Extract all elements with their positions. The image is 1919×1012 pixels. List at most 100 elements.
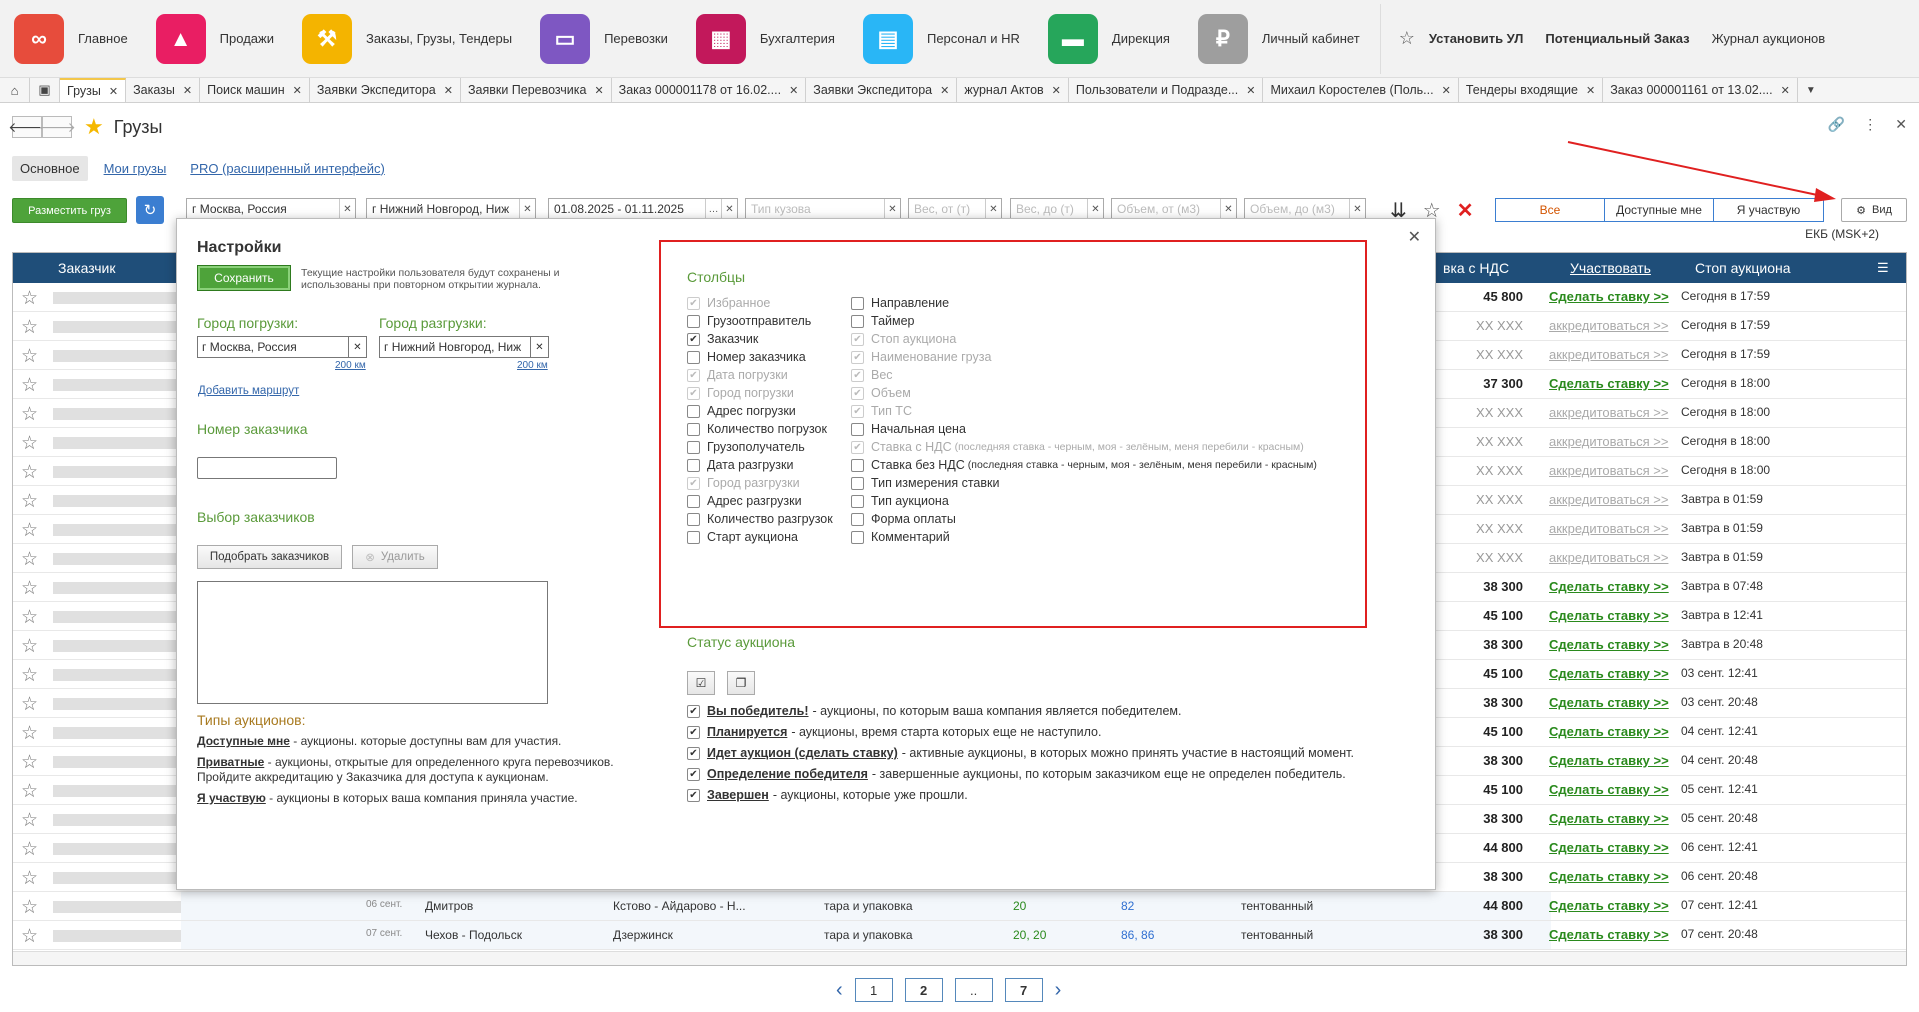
checkbox[interactable] xyxy=(851,530,864,544)
make-bid-link[interactable]: Сделать ставку >> xyxy=(1549,898,1669,913)
accredit-link[interactable]: аккредитоваться >> xyxy=(1549,463,1668,478)
column-toggle[interactable]: Грузоотправитель xyxy=(687,314,811,328)
tab-6[interactable]: Заявки Экспедитора ✕ xyxy=(806,78,958,102)
favorite-star-icon[interactable]: ☆ xyxy=(21,316,38,339)
column-toggle[interactable]: Форма оплаты xyxy=(851,512,956,526)
to-filter[interactable]: г Нижний Новгород, Ниж ✕ xyxy=(366,198,536,220)
customer-number-input[interactable] xyxy=(197,457,337,479)
nav-link-0[interactable]: Установить УЛ xyxy=(1429,31,1524,46)
header-participate[interactable]: Участвовать xyxy=(1570,260,1651,276)
dots-icon[interactable]: … xyxy=(705,199,721,219)
checkbox[interactable] xyxy=(851,458,864,472)
checkbox[interactable]: ✔ xyxy=(687,332,700,346)
header-price[interactable]: вка с НДС xyxy=(1443,260,1509,276)
subtab-my-cargo[interactable]: Мои грузы xyxy=(96,156,175,181)
customers-list[interactable] xyxy=(197,581,548,704)
make-bid-link[interactable]: Сделать ставку >> xyxy=(1549,695,1669,710)
clear-icon[interactable]: ✕ xyxy=(519,199,535,219)
segment-all[interactable]: Все xyxy=(1496,199,1605,221)
reset-filter-icon[interactable]: ✕ xyxy=(1457,198,1474,223)
favorite-star-icon[interactable]: ☆ xyxy=(21,896,38,919)
clear-icon[interactable]: ✕ xyxy=(1220,199,1236,219)
column-toggle[interactable]: Адрес погрузки xyxy=(687,404,796,418)
close-dialog-icon[interactable]: ✕ xyxy=(1408,227,1421,247)
column-toggle[interactable]: Комментарий xyxy=(851,530,950,544)
tab-4[interactable]: Заявки Перевозчика ✕ xyxy=(461,78,612,102)
make-bid-link[interactable]: Сделать ставку >> xyxy=(1549,782,1669,797)
favorite-star-icon[interactable]: ☆ xyxy=(21,548,38,571)
accredit-link[interactable]: аккредитоваться >> xyxy=(1549,318,1668,333)
segment-participating[interactable]: Я участвую xyxy=(1714,199,1823,221)
checkbox[interactable] xyxy=(687,422,700,436)
favorite-star-icon[interactable]: ☆ xyxy=(21,490,38,513)
more-icon[interactable]: ⋮ xyxy=(1863,116,1877,133)
page-2[interactable]: 2 xyxy=(904,978,943,1002)
close-tab-icon[interactable]: ✕ xyxy=(109,85,118,98)
link-icon[interactable]: 🔗 xyxy=(1828,116,1845,133)
city-unload-input[interactable]: г Нижний Новгород, Ниж ✕ xyxy=(379,336,549,358)
close-tab-icon[interactable]: ✕ xyxy=(183,84,192,97)
clear-icon[interactable]: ✕ xyxy=(1349,199,1365,219)
favorite-star-icon[interactable]: ☆ xyxy=(21,664,38,687)
table-row[interactable]: 06 сент. Дмитров Кстово - Айдарово - Н... т… xyxy=(13,892,1906,921)
tab-2[interactable]: Поиск машин ✕ xyxy=(200,78,310,102)
tab-3[interactable]: Заявки Экспедитора ✕ xyxy=(310,78,461,102)
tabs-overflow-icon[interactable]: ▼ xyxy=(1798,78,1824,102)
checkbox[interactable] xyxy=(687,494,700,508)
segment-available[interactable]: Доступные мне xyxy=(1605,199,1714,221)
accredit-link[interactable]: аккредитоваться >> xyxy=(1549,347,1668,362)
favorite-star-icon[interactable]: ☆ xyxy=(21,461,38,484)
refresh-icon[interactable]: ↻ xyxy=(136,196,164,224)
tab-5[interactable]: Заказ 000001178 от 16.02.... ✕ xyxy=(612,78,807,102)
column-toggle[interactable]: Начальная цена xyxy=(851,422,966,436)
horizontal-scrollbar[interactable] xyxy=(13,951,1906,965)
page-last[interactable]: 7 xyxy=(1004,978,1043,1002)
nav-item-7[interactable]: ₽ Личный кабинет xyxy=(1184,0,1374,78)
make-bid-link[interactable]: Сделать ставку >> xyxy=(1549,840,1669,855)
page-ellipsis[interactable]: .. xyxy=(954,978,993,1002)
header-stop[interactable]: Стоп аукциона xyxy=(1695,260,1791,276)
checkbox[interactable]: ✔ xyxy=(687,767,700,781)
tab-7[interactable]: журнал Актов ✕ xyxy=(957,78,1069,102)
column-toggle[interactable]: Дата разгрузки xyxy=(687,458,793,472)
favorite-star-icon[interactable]: ☆ xyxy=(21,635,38,658)
close-tab-icon[interactable]: ✕ xyxy=(1586,84,1595,97)
column-toggle[interactable]: Старт аукциона xyxy=(687,530,798,544)
body-type-filter[interactable]: Тип кузова ✕ xyxy=(745,198,901,220)
column-toggle[interactable]: Таймер xyxy=(851,314,915,328)
weight-to-filter[interactable]: Вес, до (т) ✕ xyxy=(1010,198,1104,220)
make-bid-link[interactable]: Сделать ставку >> xyxy=(1549,608,1669,623)
tab-10[interactable]: Тендеры входящие ✕ xyxy=(1459,78,1604,102)
checkbox[interactable] xyxy=(851,512,864,526)
favorite-star-icon[interactable]: ☆ xyxy=(21,577,38,600)
close-tab-icon[interactable]: ✕ xyxy=(1442,84,1451,97)
checkbox[interactable] xyxy=(687,314,700,328)
close-icon[interactable]: ✕ xyxy=(1895,116,1907,133)
subtab-pro[interactable]: PRO (расширенный интерфейс) xyxy=(182,156,393,181)
auction-status-item[interactable]: ✔ Планируется - аукционы, время старта ко… xyxy=(687,725,1101,739)
column-toggle[interactable]: Адрес разгрузки xyxy=(687,494,802,508)
favorite-star-icon[interactable]: ☆ xyxy=(21,519,38,542)
checkbox[interactable]: ✔ xyxy=(687,725,700,739)
page-1[interactable]: 1 xyxy=(854,978,893,1002)
header-customer[interactable]: Заказчик xyxy=(58,260,116,276)
make-bid-link[interactable]: Сделать ставку >> xyxy=(1549,724,1669,739)
make-bid-link[interactable]: Сделать ставку >> xyxy=(1549,637,1669,652)
make-bid-link[interactable]: Сделать ставку >> xyxy=(1549,666,1669,681)
checkbox[interactable] xyxy=(687,512,700,526)
next-page-icon[interactable]: › xyxy=(1055,979,1062,1002)
checkbox[interactable]: ✔ xyxy=(687,746,700,760)
make-bid-link[interactable]: Сделать ставку >> xyxy=(1549,289,1669,304)
checkbox[interactable] xyxy=(687,404,700,418)
checkbox[interactable] xyxy=(851,422,864,436)
favorite-star-icon[interactable]: ☆ xyxy=(21,780,38,803)
load-radius-link[interactable]: 200 км xyxy=(335,360,366,371)
favorite-star-icon[interactable]: ☆ xyxy=(21,374,38,397)
uncheck-all-icon[interactable]: ❐ xyxy=(727,671,755,695)
tab-11[interactable]: Заказ 000001161 от 13.02.... ✕ xyxy=(1603,78,1798,102)
auction-status-item[interactable]: ✔ Определение победителя - завершенные ау… xyxy=(687,767,1346,781)
favorite-star-icon[interactable]: ☆ xyxy=(21,693,38,716)
column-toggle[interactable]: Количество погрузок xyxy=(687,422,827,436)
prev-page-icon[interactable]: ‹ xyxy=(836,979,843,1002)
column-toggle[interactable]: Грузополучатель xyxy=(687,440,805,454)
